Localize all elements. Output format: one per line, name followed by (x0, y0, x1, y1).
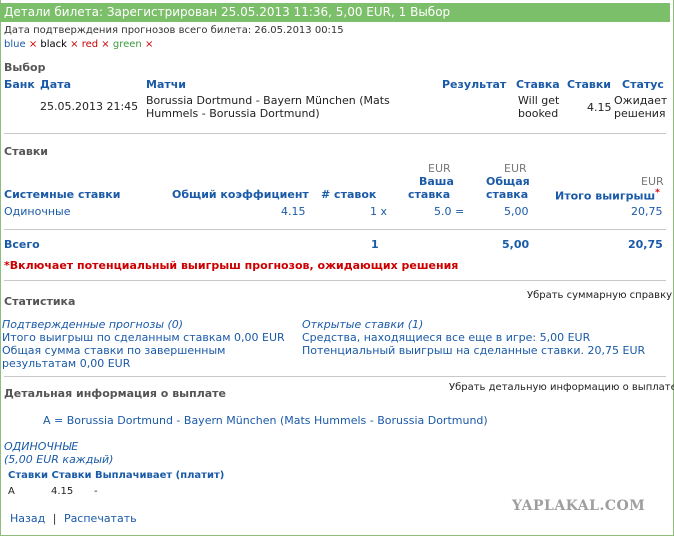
selection-match-line1: Borussia Dortmund - Bayern München (Mats (146, 94, 390, 107)
header-total-coef: Общий коэффициент (172, 188, 309, 201)
bet-total: 5,00 (504, 205, 529, 218)
total-stake: 5,00 (502, 238, 530, 251)
footer-separator: | (52, 512, 57, 525)
bet-stake: 5.0 = (434, 205, 465, 218)
header-result: Результат (442, 78, 507, 91)
header-total-win: Итого выигрыш* (555, 188, 660, 203)
color-blue-link[interactable]: blue (4, 39, 26, 50)
selection-date: 25.05.2013 21:45 (40, 100, 139, 113)
confirmed-line2: Общая сумма ставки по завершенным (2, 344, 226, 357)
selection-stake-line1: Will get (518, 94, 560, 107)
bet-count: 1 x (370, 205, 388, 218)
header-eur-3: EUR (641, 175, 664, 188)
payout-legend: A = Borussia Dortmund - Bayern München (… (43, 414, 488, 427)
color-sep: × (28, 39, 38, 50)
bets-section-title: Ставки (4, 145, 49, 158)
payout-table-header: Ставки Ставки Выплачивает (платит) (8, 470, 225, 481)
bet-type: Одиночные (4, 205, 71, 218)
total-win: 20,75 (628, 238, 663, 251)
confirmed-line1: Итого выигрыш по сделанным ставкам 0,00 … (2, 331, 285, 344)
header-total-stake-1: Общая (486, 175, 530, 188)
single-subtitle: (5,00 EUR каждый) (4, 453, 114, 466)
divider (4, 280, 666, 281)
confirm-date: Дата подтверждения прогнозов всего билет… (4, 25, 344, 36)
print-link[interactable]: Распечатать (64, 512, 137, 525)
selection-status-line1: Ожидает (614, 94, 668, 107)
payout-section-title: Детальная информация о выплате (4, 387, 227, 400)
watermark: YAPLAKAL.COM (512, 498, 646, 514)
open-line1: Средства, находящиеся все еще в игре: 5,… (302, 331, 591, 344)
selection-odds: 4.15 (587, 101, 612, 114)
header-your-stake-1: Ваша (419, 175, 454, 188)
color-sep: × (70, 39, 79, 50)
open-line2: Потенциальный выигрыш на сделанные ставк… (302, 344, 646, 357)
back-link[interactable]: Назад (10, 512, 45, 525)
stats-section-title: Статистика (4, 295, 76, 308)
header-eur-2: EUR (504, 162, 527, 175)
bet-win: 20,75 (631, 205, 663, 218)
total-label: Всего (4, 238, 40, 251)
total-count: 1 (371, 238, 379, 251)
divider (4, 376, 666, 377)
selection-match-line2: Hummels - Borussia Dortmund) (146, 107, 320, 120)
bet-coef: 4.15 (281, 205, 306, 218)
hide-summary-link[interactable]: Убрать суммарную справку (527, 290, 672, 301)
header-bank: Банк (4, 78, 35, 91)
payout-row-a: A (8, 486, 15, 497)
color-red-link[interactable]: red (82, 39, 98, 50)
single-title: ОДИНОЧНЫЕ (4, 440, 79, 453)
header-status: Статус (622, 78, 664, 91)
payout-row-pays: - (94, 486, 98, 497)
color-sep: × (101, 39, 110, 50)
header-stake: Ставка (516, 78, 560, 91)
pending-note: *Включает потенциальный выигрыш прогнозо… (4, 259, 459, 272)
header-date: Дата (40, 78, 72, 91)
confirmed-title: Подтвержденные прогнозы (0) (2, 318, 184, 331)
header-total-stake-2: ставка (486, 188, 529, 201)
selection-status-line2: решения (614, 107, 666, 120)
hide-payout-link[interactable]: Убрать детальную информацию о выплате (449, 382, 674, 393)
header-eur-1: EUR (428, 162, 451, 175)
selection-section-title: Выбор (4, 61, 46, 74)
header-your-stake-2: ставка (408, 188, 451, 201)
divider (4, 133, 666, 134)
confirmed-line3: результатам 0,00 EUR (2, 357, 131, 370)
header-matches: Матчи (146, 78, 187, 91)
header-num-bets: # ставок (321, 188, 377, 201)
selection-stake-line2: booked (518, 107, 559, 120)
color-switcher: blue × black × red × green × (4, 39, 153, 50)
header-system-bets: Системные ставки (4, 188, 121, 201)
color-sep: × (144, 39, 154, 50)
payout-row-odds: 4.15 (51, 486, 74, 497)
color-black-link[interactable]: black (40, 39, 67, 50)
divider (4, 229, 666, 230)
open-title: Открытые ставки (1) (302, 318, 424, 331)
window-title: Детали билета: Зарегистрирован 25.05.201… (0, 3, 670, 22)
footer-links: Назад | Распечатать (10, 512, 137, 525)
color-green-link[interactable]: green (113, 39, 142, 50)
header-stakes: Ставки (567, 78, 612, 91)
